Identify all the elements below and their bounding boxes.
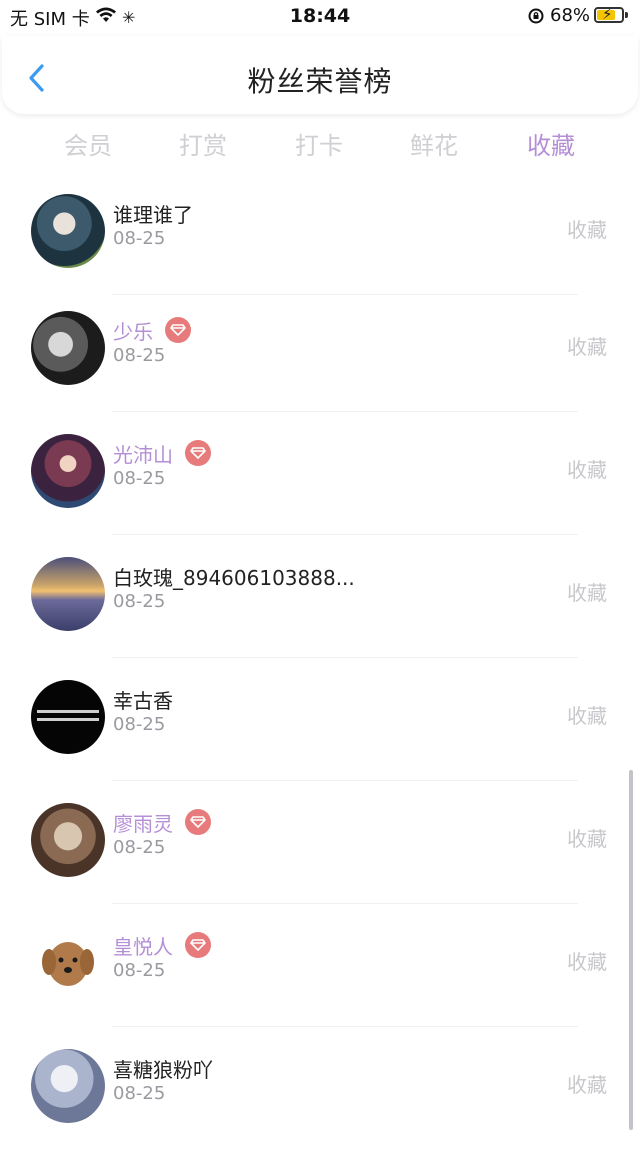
favorite-label: 收藏: [567, 335, 607, 359]
list-item[interactable]: 光沛山 08-25 收藏: [0, 434, 640, 557]
diamond-icon: [185, 440, 211, 466]
page-title: 粉丝荣誉榜: [247, 65, 393, 98]
favorite-label: 收藏: [567, 827, 607, 851]
scrollbar[interactable]: [629, 770, 633, 1130]
tab-flowers[interactable]: 鲜花: [376, 126, 492, 161]
date-label: 08-25: [113, 345, 166, 366]
avatar[interactable]: [31, 311, 105, 385]
avatar[interactable]: [31, 194, 105, 268]
avatar[interactable]: [31, 1049, 105, 1123]
favorite-label: 收藏: [567, 1073, 607, 1097]
user-name: 光沛山: [113, 442, 173, 467]
user-name: 喜糖狼粉吖: [113, 1057, 213, 1082]
divider: [112, 411, 578, 412]
list-item[interactable]: 廖雨灵 08-25 收藏: [0, 803, 640, 926]
list-item[interactable]: 白玫瑰_894606103888... 08-25 收藏: [0, 557, 640, 680]
list-item[interactable]: 皇悦人 08-25 收藏: [0, 926, 640, 1049]
date-label: 08-25: [113, 228, 166, 249]
date-label: 08-25: [113, 714, 166, 735]
nav-bar: 粉丝荣誉榜: [2, 36, 638, 114]
tab-reward[interactable]: 打赏: [145, 126, 261, 161]
list-item[interactable]: 少乐 08-25 收藏: [0, 311, 640, 434]
divider: [112, 1026, 578, 1027]
favorite-label: 收藏: [567, 581, 607, 605]
date-label: 08-25: [113, 960, 166, 981]
battery-icon: ⚡: [594, 5, 624, 23]
divider: [112, 657, 578, 658]
status-bar: 无 SIM 卡 ✳ 18:44 68% ⚡: [0, 0, 640, 34]
rotation-lock-icon: [528, 8, 544, 28]
list-item[interactable]: 谁理谁了 08-25 收藏: [0, 194, 640, 317]
user-name: 廖雨灵: [113, 811, 173, 836]
tab-member[interactable]: 会员: [30, 126, 146, 161]
battery-tip: [625, 12, 628, 18]
list-item[interactable]: 幸古香 08-25 收藏: [0, 680, 640, 803]
divider: [112, 903, 578, 904]
user-name: 幸古香: [113, 688, 173, 713]
user-name: 皇悦人: [113, 934, 173, 959]
battery-percent: 68%: [550, 5, 591, 26]
favorite-label: 收藏: [567, 218, 607, 242]
avatar[interactable]: [31, 557, 105, 631]
date-label: 08-25: [113, 468, 166, 489]
diamond-icon: [185, 809, 211, 835]
favorite-label: 收藏: [567, 458, 607, 482]
clock: 18:44: [289, 5, 351, 27]
user-name: 少乐: [113, 319, 153, 344]
date-label: 08-25: [113, 1083, 166, 1104]
tab-favorites[interactable]: 收藏: [493, 126, 609, 161]
divider: [112, 780, 578, 781]
avatar[interactable]: [31, 434, 105, 508]
divider: [112, 534, 578, 535]
favorite-label: 收藏: [567, 950, 607, 974]
avatar[interactable]: [31, 803, 105, 877]
list-item[interactable]: 喜糖狼粉吖 08-25 收藏: [0, 1049, 640, 1172]
date-label: 08-25: [113, 837, 166, 858]
tab-checkin[interactable]: 打卡: [261, 126, 377, 161]
avatar[interactable]: [31, 680, 105, 754]
diamond-icon: [185, 932, 211, 958]
date-label: 08-25: [113, 591, 166, 612]
favorite-label: 收藏: [567, 704, 607, 728]
divider: [112, 294, 578, 295]
tab-bar: 会员 打赏 打卡 鲜花 收藏: [0, 126, 640, 166]
user-name: 白玫瑰_894606103888...: [113, 565, 355, 590]
user-name: 谁理谁了: [113, 202, 193, 227]
avatar[interactable]: [31, 926, 105, 1000]
diamond-icon: [165, 317, 191, 343]
